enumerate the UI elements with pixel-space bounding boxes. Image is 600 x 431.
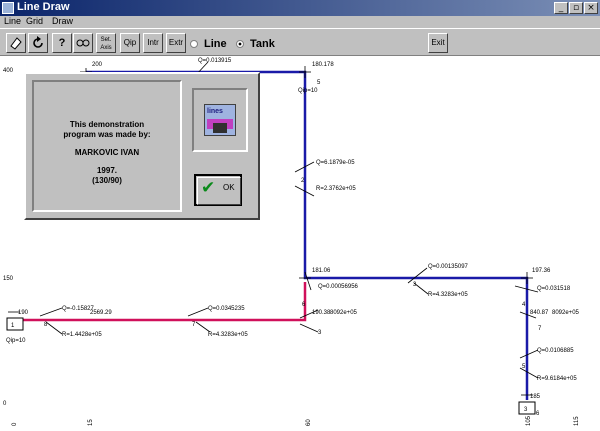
radio-tank-label: Tank: [250, 38, 275, 50]
label-resistance: R=2.3762e+05: [316, 186, 356, 192]
logo-text: lines: [207, 108, 223, 115]
tool-button[interactable]: [73, 33, 93, 53]
about-code: (130/90): [92, 176, 122, 185]
menu-grid[interactable]: Grid: [26, 16, 43, 26]
y-tick: 0: [3, 401, 7, 407]
label-resistance: 8092e+05: [552, 310, 580, 316]
label-head: 190: [18, 310, 29, 316]
about-year: 1997.: [96, 166, 118, 175]
extr-button[interactable]: Extr: [166, 33, 186, 53]
lines-logo-icon: lines: [204, 104, 236, 136]
radio-line[interactable]: Line: [190, 38, 227, 50]
label-flow: Q=6.1879e-05: [316, 160, 355, 166]
app-icon: [2, 2, 14, 14]
set-axis-button[interactable]: Set. Axis: [96, 33, 116, 53]
eraser-icon: [10, 37, 22, 50]
label-resistance: 8092e+05: [330, 310, 358, 316]
label-resistance: R=4.3283e+05: [208, 332, 248, 338]
qip-button[interactable]: Qip: [120, 33, 140, 53]
label-head: 180.178: [312, 62, 334, 68]
radio-tank[interactable]: Tank: [236, 38, 275, 50]
label-head: 190.38: [312, 310, 331, 316]
maximize-button[interactable]: ▫: [569, 2, 583, 14]
y-tick: 400: [3, 68, 14, 74]
x-tick: 0: [12, 422, 18, 426]
about-line-2: program was made by:: [63, 130, 151, 139]
label-pipe-id: 5: [522, 364, 526, 370]
refresh-icon: [33, 36, 43, 48]
label-resistance: R=9.6184e+05: [537, 376, 577, 382]
label-flow: Q=0.0106885: [537, 348, 574, 354]
x-tick: 115: [574, 416, 580, 426]
about-line-1: This demonstration: [69, 120, 145, 129]
x-tick: 60: [306, 419, 312, 426]
menu-draw[interactable]: Draw: [52, 16, 73, 26]
menu-line[interactable]: Line: [4, 16, 21, 26]
label-head: 185: [530, 394, 541, 400]
about-author: MARKOVIC IVAN: [74, 148, 140, 157]
ok-label: OK: [223, 183, 235, 192]
label-flow: Q=0.00135097: [428, 264, 469, 270]
label-resistance: R=1.4428e+05: [62, 332, 102, 338]
label-node-id: 4: [522, 302, 526, 308]
close-button[interactable]: ×: [584, 2, 598, 14]
tank-left: [6, 317, 24, 331]
pipe-red: [14, 282, 307, 322]
label-head: 181.06: [312, 268, 331, 274]
label-flow: Q=0.00056956: [318, 284, 359, 290]
label-flow: Q=0.031518: [537, 286, 571, 292]
toolbar: ? Set. Axis Qip Intr Extr Line Tank Exit: [0, 28, 600, 56]
radio-tank-indicator: [236, 40, 244, 49]
x-tick: 105: [526, 415, 532, 426]
y-tick: 150: [3, 276, 14, 282]
logo-panel: lines: [192, 88, 248, 152]
pipe-tool-icon: [76, 39, 90, 47]
label-node-id: 5: [317, 80, 321, 86]
label-flow: Q=0.0345235: [208, 306, 245, 312]
menu-bar: Line Grid Draw: [0, 16, 600, 28]
radio-line-label: Line: [204, 38, 227, 50]
checkmark-icon: ✔: [201, 178, 216, 198]
label-qip: Qip=10: [6, 338, 26, 344]
x-tick: 15: [88, 419, 94, 426]
label-node-head: 200: [92, 62, 103, 68]
label-node-id: 6: [536, 411, 540, 417]
exit-button[interactable]: Exit: [428, 33, 448, 53]
label-flow: Q=0.013915: [198, 58, 232, 64]
label-node-id: 3: [318, 330, 322, 336]
ok-button[interactable]: ✔ OK: [194, 174, 242, 206]
intr-button[interactable]: Intr: [143, 33, 163, 53]
window-title: Line Draw: [17, 1, 70, 13]
title-bar: Line Draw _ ▫ ×: [0, 0, 600, 16]
help-button[interactable]: ?: [52, 33, 72, 53]
label-head: 197.36: [532, 268, 551, 274]
minimize-button[interactable]: _: [554, 2, 568, 14]
about-text-panel: This demonstration program was made by: …: [32, 80, 182, 212]
radio-line-indicator: [190, 40, 198, 49]
label-pipe-id: 7: [192, 322, 196, 328]
label-pipe-id: 7: [538, 326, 542, 332]
label-head: 2569.29: [90, 310, 112, 316]
refresh-button[interactable]: [28, 33, 48, 53]
label-resistance: R=4.3283e+05: [428, 292, 468, 298]
eraser-button[interactable]: [6, 33, 26, 53]
label-head: 840.87: [530, 310, 549, 316]
label-qip: Qip=10: [298, 88, 318, 94]
about-dialog: This demonstration program was made by: …: [24, 72, 260, 220]
